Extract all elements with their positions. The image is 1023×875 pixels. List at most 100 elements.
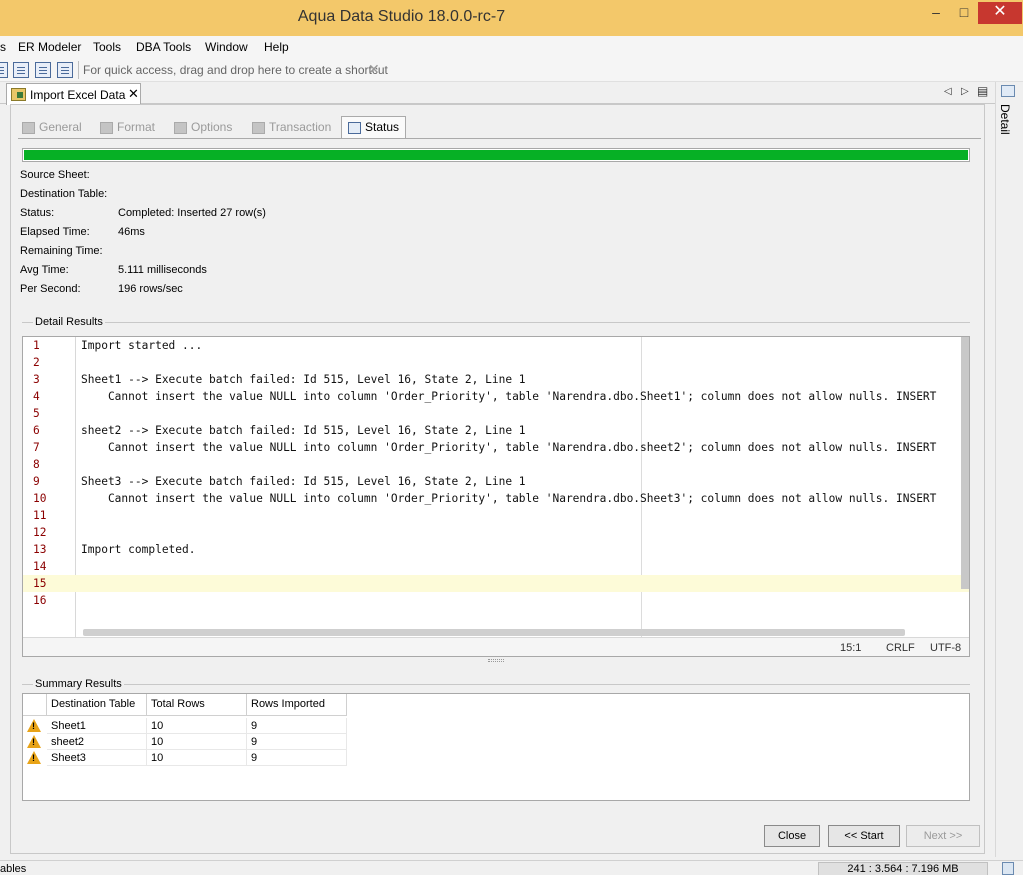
tab-list-icon[interactable]: ▤ xyxy=(977,84,988,98)
toolbar: For quick access, drag and drop here to … xyxy=(0,58,1023,82)
minimize-button[interactable]: – xyxy=(922,2,950,24)
code-line[interactable]: 3 Sheet1 --> Execute batch failed: Id 515… xyxy=(23,371,969,388)
window-title: Aqua Data Studio 18.0.0-rc-7 xyxy=(297,8,506,25)
line-number: 14 xyxy=(33,560,47,573)
code-line[interactable]: 2 xyxy=(23,354,969,371)
garbage-collect-icon[interactable] xyxy=(1002,862,1014,875)
start-button[interactable]: << Start xyxy=(828,825,900,847)
list-view-icon[interactable] xyxy=(13,62,29,78)
line-number: 13 xyxy=(33,543,47,556)
rows-imported-cell[interactable]: 9 xyxy=(247,734,347,750)
detail-results-editor[interactable]: 1 Import started ... 2 3 Sheet1 --> Execute … xyxy=(22,336,970,657)
column-header-rows-imported[interactable]: Rows Imported xyxy=(247,694,347,716)
destination-table-cell[interactable]: sheet2 xyxy=(47,734,147,750)
tab-import-excel-data[interactable]: Import Excel Data ✕ xyxy=(6,83,141,105)
progress-bar xyxy=(22,148,970,162)
maximize-button[interactable]: □ xyxy=(950,2,978,24)
total-rows-cell[interactable]: 10 xyxy=(147,718,247,734)
general-icon xyxy=(22,121,35,134)
menu-item-er-modeler[interactable]: ER Modeler xyxy=(18,40,81,54)
status-icon xyxy=(348,121,361,134)
transaction-icon xyxy=(252,121,265,134)
line-ending[interactable]: CRLF xyxy=(886,642,915,654)
vertical-scrollbar[interactable] xyxy=(961,337,969,589)
code-line[interactable]: 6 sheet2 --> Execute batch failed: Id 515… xyxy=(23,422,969,439)
line-text: Sheet1 --> Execute batch failed: Id 515,… xyxy=(81,373,526,386)
total-rows-cell[interactable]: 10 xyxy=(147,734,247,750)
code-line[interactable]: 5 xyxy=(23,405,969,422)
horizontal-scrollbar[interactable] xyxy=(83,629,905,636)
tab-general-label: General xyxy=(39,120,82,134)
code-line[interactable]: 14 xyxy=(23,558,969,575)
code-line[interactable]: 1 Import started ... xyxy=(23,337,969,354)
memory-indicator[interactable]: 241 : 3.564 : 7.196 MB xyxy=(818,862,988,875)
tab-options[interactable]: Options xyxy=(174,116,232,138)
avg-time-label: Avg Time: xyxy=(20,264,69,276)
tab-status[interactable]: Status xyxy=(341,116,407,138)
elapsed-time-value: 46ms xyxy=(118,226,145,238)
code-line[interactable]: 12 xyxy=(23,524,969,541)
status-label: Status: xyxy=(20,207,55,219)
line-number: 11 xyxy=(33,509,47,522)
code-line[interactable]: 9 Sheet3 --> Execute batch failed: Id 515… xyxy=(23,473,969,490)
title-bar: Aqua Data Studio 18.0.0-rc-7 – □ ✕ xyxy=(0,0,1023,36)
line-number: 4 xyxy=(33,390,40,403)
rows-imported-cell[interactable]: 9 xyxy=(247,718,347,734)
scroll-left-icon[interactable]: ◁ xyxy=(944,86,952,97)
menu-bar: s ER Modeler Tools DBA Tools Window Help xyxy=(0,36,1023,58)
progress-fill xyxy=(24,150,968,160)
destination-table-cell[interactable]: Sheet3 xyxy=(47,750,147,766)
destination-table-cell[interactable]: Sheet1 xyxy=(47,718,147,734)
line-number: 15 xyxy=(33,577,47,590)
tab-options-label: Options xyxy=(191,120,233,134)
close-tab-icon[interactable]: ✕ xyxy=(128,86,139,102)
code-line[interactable]: 10 Cannot insert the value NULL into col… xyxy=(23,490,969,507)
menu-item-help[interactable]: Help xyxy=(264,40,289,54)
summary-results-title: Summary Results xyxy=(33,678,124,690)
encoding[interactable]: UTF-8 xyxy=(930,642,961,654)
menu-item-dba-tools[interactable]: DBA Tools xyxy=(136,40,191,54)
code-line[interactable]: 11 xyxy=(23,507,969,524)
tab-transaction[interactable]: Transaction xyxy=(252,116,331,138)
cursor-position: 15:1 xyxy=(840,642,862,654)
line-text: Cannot insert the value NULL into column… xyxy=(81,492,937,505)
line-number: 6 xyxy=(33,424,40,437)
line-number: 5 xyxy=(33,407,40,420)
source-sheet-label: Source Sheet: xyxy=(20,169,90,181)
close-hint-icon[interactable]: ✕ xyxy=(368,61,380,78)
code-line[interactable]: 13 Import completed. xyxy=(23,541,969,558)
column-header-destination-table[interactable]: Destination Table xyxy=(47,694,147,716)
rows-imported-cell[interactable]: 9 xyxy=(247,750,347,766)
total-rows-cell[interactable]: 10 xyxy=(147,750,247,766)
line-text: Import started ... xyxy=(81,339,203,352)
code-line[interactable]: 8 xyxy=(23,456,969,473)
detail-results-title: Detail Results xyxy=(33,316,105,328)
toolbar-partial-icon[interactable] xyxy=(0,62,8,78)
detail-label[interactable]: Detail xyxy=(998,104,1012,135)
next-button[interactable]: Next >> xyxy=(906,825,980,847)
detail-icon[interactable] xyxy=(1001,85,1015,97)
close-button[interactable]: Close xyxy=(764,825,820,847)
tab-format[interactable]: Format xyxy=(100,116,155,138)
tab-divider xyxy=(18,138,981,139)
splitter-handle[interactable] xyxy=(488,659,504,662)
column-header-total-rows[interactable]: Total Rows xyxy=(147,694,247,716)
menu-item-partial[interactable]: s xyxy=(0,40,6,54)
code-line[interactable]: 7 Cannot insert the value NULL into colu… xyxy=(23,439,969,456)
grid-view-icon[interactable] xyxy=(35,62,51,78)
remaining-time-label: Remaining Time: xyxy=(20,245,103,257)
menu-item-tools[interactable]: Tools xyxy=(93,40,121,54)
scroll-right-icon[interactable]: ▷ xyxy=(961,86,969,97)
destination-table-label: Destination Table: xyxy=(20,188,108,200)
tab-general[interactable]: General xyxy=(22,116,82,138)
code-line[interactable]: 16 xyxy=(23,592,969,609)
close-window-button[interactable]: ✕ xyxy=(978,2,1022,24)
chart-icon[interactable] xyxy=(57,62,73,78)
warning-icon xyxy=(27,735,41,748)
line-text: Cannot insert the value NULL into column… xyxy=(81,441,937,454)
menu-item-window[interactable]: Window xyxy=(205,40,248,54)
code-line[interactable]: 15 xyxy=(23,575,969,592)
code-line[interactable]: 4 Cannot insert the value NULL into colu… xyxy=(23,388,969,405)
options-icon xyxy=(174,121,187,134)
toolbar-separator xyxy=(78,61,79,79)
